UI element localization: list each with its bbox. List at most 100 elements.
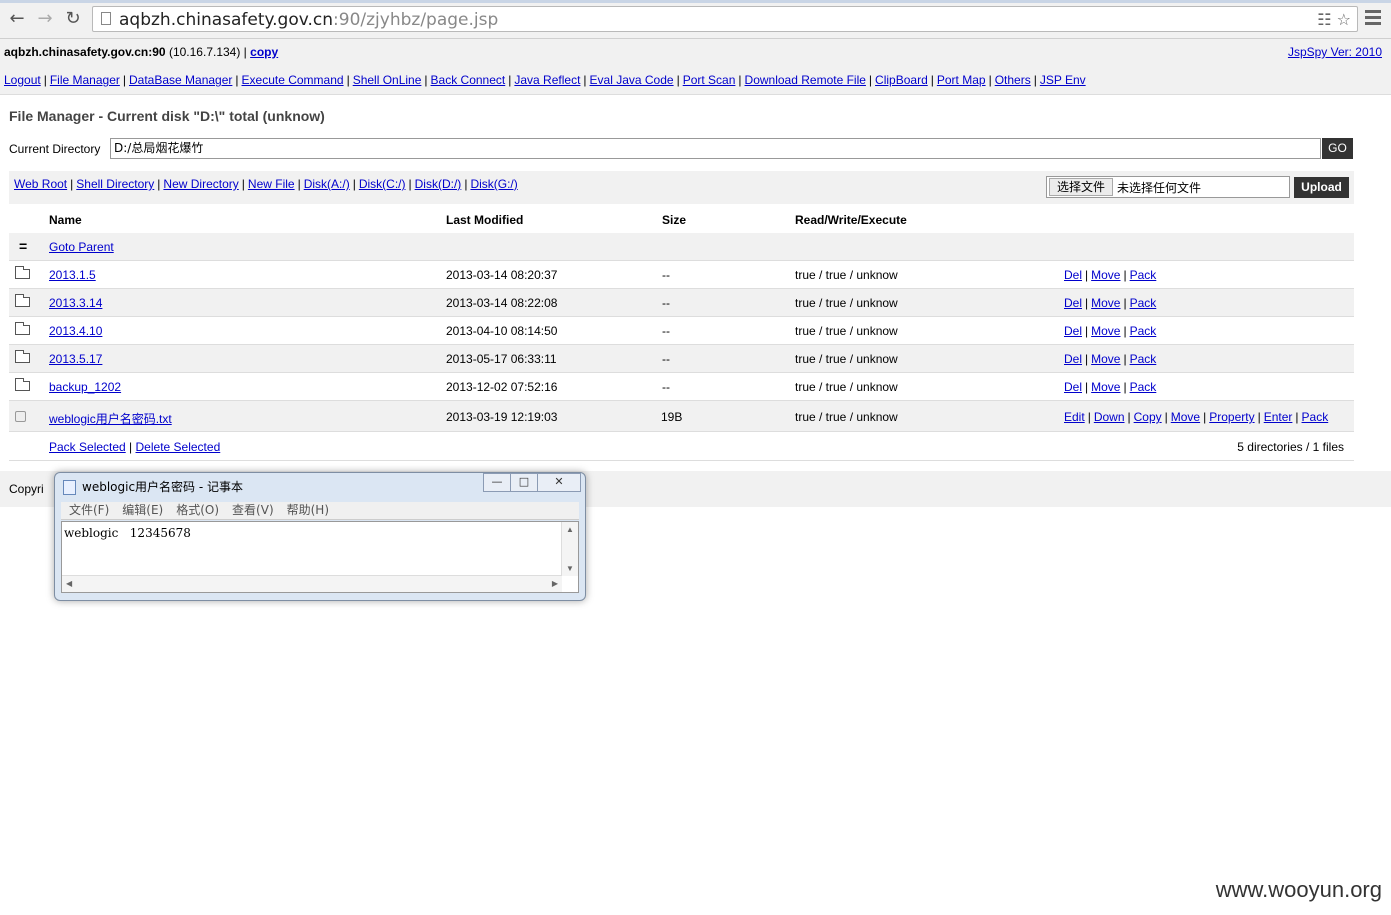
toolbar-link-new-directory[interactable]: New Directory <box>163 177 238 191</box>
current-directory-label: Current Directory <box>9 142 101 156</box>
nav-java-reflect[interactable]: Java Reflect <box>514 73 580 87</box>
toolbar-link-web-root[interactable]: Web Root <box>14 177 67 191</box>
property-link[interactable]: Property <box>1209 410 1254 424</box>
back-icon[interactable]: ← <box>6 8 28 30</box>
nav-execute-command[interactable]: Execute Command <box>242 73 344 87</box>
nav-download-remote-file[interactable]: Download Remote File <box>745 73 866 87</box>
file-checkbox[interactable] <box>15 411 26 422</box>
nav-back-connect[interactable]: Back Connect <box>431 73 506 87</box>
maximize-icon[interactable]: □ <box>510 473 538 492</box>
reload-icon[interactable]: ↻ <box>62 8 84 30</box>
bookmark-star-icon[interactable]: ☆ <box>1337 10 1351 29</box>
del-link[interactable]: Del <box>1064 324 1082 338</box>
notepad-titlebar[interactable]: weblogic用户名密码 - 记事本 <box>63 478 243 495</box>
move-link[interactable]: Move <box>1091 296 1120 310</box>
file-size: 19B <box>661 410 683 424</box>
del-link[interactable]: Del <box>1064 380 1082 394</box>
delete-selected-link[interactable]: Delete Selected <box>136 440 221 454</box>
forward-icon[interactable]: → <box>34 8 56 30</box>
notepad-editor[interactable]: weblogic 12345678 ▲ ▼ ◀ ▶ <box>61 521 579 593</box>
folder-actions: Del | Move | Pack <box>1064 324 1157 338</box>
copy-link[interactable]: Copy <box>1134 410 1162 424</box>
folder-actions: Del | Move | Pack <box>1064 352 1157 366</box>
toolbar-link-disk-g[interactable]: Disk(G:/) <box>470 177 517 191</box>
nav-logout[interactable]: Logout <box>4 73 41 87</box>
choose-file-button[interactable]: 选择文件 <box>1049 178 1113 196</box>
toolbar-link-shell-directory[interactable]: Shell Directory <box>76 177 154 191</box>
folder-actions: Del | Move | Pack <box>1064 268 1157 282</box>
del-link[interactable]: Del <box>1064 296 1082 310</box>
translate-icon[interactable]: ☷ <box>1317 10 1331 29</box>
pack-link[interactable]: Pack <box>1130 380 1157 394</box>
folder-name-link[interactable]: 2013.3.14 <box>49 296 102 310</box>
toolbar-link-disk-a[interactable]: Disk(A:/) <box>304 177 350 191</box>
notepad-menubar: 文件(F) 编辑(E) 格式(O) 查看(V) 帮助(H) <box>61 502 579 520</box>
pack-link[interactable]: Pack <box>1130 296 1157 310</box>
move-link[interactable]: Move <box>1091 352 1120 366</box>
nav-others[interactable]: Others <box>995 73 1031 87</box>
pack-link[interactable]: Pack <box>1130 324 1157 338</box>
scroll-left-icon[interactable]: ◀ <box>66 579 72 588</box>
folder-rwx: true / true / unknow <box>795 324 898 338</box>
horizontal-scrollbar[interactable]: ◀ ▶ <box>62 575 562 592</box>
folder-size: -- <box>662 268 670 282</box>
del-link[interactable]: Del <box>1064 352 1082 366</box>
scroll-down-icon[interactable]: ▼ <box>566 564 574 573</box>
vertical-scrollbar[interactable]: ▲ ▼ <box>561 522 578 576</box>
address-bar[interactable]: aqbzh.chinasafety.gov.cn:90/zjyhbz/page.… <box>92 6 1358 32</box>
toolbar-link-disk-c[interactable]: Disk(C:/) <box>359 177 406 191</box>
move-link[interactable]: Move <box>1091 324 1120 338</box>
notepad-menu-item[interactable]: 文件(F) <box>69 503 109 517</box>
notepad-window[interactable]: weblogic用户名密码 - 记事本 — □ ✕ 文件(F) 编辑(E) 格式(O) 查… <box>54 472 586 601</box>
pack-link[interactable]: Pack <box>1130 352 1157 366</box>
file-input[interactable]: 选择文件 未选择任何文件 <box>1046 176 1290 198</box>
folder-name-link[interactable]: backup_1202 <box>49 380 121 394</box>
toolbar-link-disk-d[interactable]: Disk(D:/) <box>415 177 462 191</box>
notepad-menu-item[interactable]: 帮助(H) <box>287 503 329 517</box>
notepad-menu-item[interactable]: 编辑(E) <box>122 503 163 517</box>
nav-port-map[interactable]: Port Map <box>937 73 986 87</box>
current-directory-input[interactable]: D:/总局烟花爆竹 <box>110 138 1321 159</box>
nav-jsp-env[interactable]: JSP Env <box>1040 73 1086 87</box>
down-link[interactable]: Down <box>1094 410 1125 424</box>
nav-eval-java-code[interactable]: Eval Java Code <box>590 73 674 87</box>
notepad-content[interactable]: weblogic 12345678 <box>64 526 191 540</box>
nav-port-scan[interactable]: Port Scan <box>683 73 736 87</box>
notepad-menu-item[interactable]: 格式(O) <box>176 503 219 517</box>
move-link[interactable]: Move <box>1091 268 1120 282</box>
pack-selected-link[interactable]: Pack Selected <box>49 440 126 454</box>
move-link[interactable]: Move <box>1091 380 1120 394</box>
folder-rwx: true / true / unknow <box>795 296 898 310</box>
notepad-menu-item[interactable]: 查看(V) <box>232 503 274 517</box>
edit-link[interactable]: Edit <box>1064 410 1085 424</box>
goto-parent-link[interactable]: Goto Parent <box>49 240 114 254</box>
table-row: weblogic用户名密码.txt 2013-03-19 12:19:03 19… <box>9 401 1354 432</box>
copy-link[interactable]: copy <box>250 45 278 59</box>
toolbar-link-new-file[interactable]: New File <box>248 177 295 191</box>
goto-parent-row: = Goto Parent <box>9 233 1354 261</box>
folder-name-link[interactable]: 2013.4.10 <box>49 324 102 338</box>
minimize-icon[interactable]: — <box>483 473 511 492</box>
pack-link[interactable]: Pack <box>1130 268 1157 282</box>
file-name-link[interactable]: weblogic用户名密码.txt <box>49 410 172 427</box>
go-button[interactable]: GO <box>1322 138 1353 159</box>
close-icon[interactable]: ✕ <box>537 473 581 492</box>
nav-file-manager[interactable]: File Manager <box>50 73 120 87</box>
move-link[interactable]: Move <box>1171 410 1200 424</box>
nav-shell-online[interactable]: Shell OnLine <box>353 73 422 87</box>
scroll-right-icon[interactable]: ▶ <box>552 579 558 588</box>
del-link[interactable]: Del <box>1064 268 1082 282</box>
version-link[interactable]: JspSpy Ver: 2010 <box>1288 45 1382 59</box>
browser-menu-icon[interactable] <box>1365 10 1381 28</box>
parent-icon: = <box>19 238 28 254</box>
folder-name-link[interactable]: 2013.5.17 <box>49 352 102 366</box>
url-text[interactable]: aqbzh.chinasafety.gov.cn:90/zjyhbz/page.… <box>119 10 498 30</box>
pack-link[interactable]: Pack <box>1302 410 1329 424</box>
nav-clipboard[interactable]: ClipBoard <box>875 73 928 87</box>
nav-database-manager[interactable]: DataBase Manager <box>129 73 232 87</box>
file-actions: Edit | Down | Copy | Move | Property | Enter | Pack <box>1064 410 1329 424</box>
upload-button[interactable]: Upload <box>1294 177 1349 198</box>
folder-name-link[interactable]: 2013.1.5 <box>49 268 96 282</box>
enter-link[interactable]: Enter <box>1264 410 1293 424</box>
scroll-up-icon[interactable]: ▲ <box>566 525 574 534</box>
